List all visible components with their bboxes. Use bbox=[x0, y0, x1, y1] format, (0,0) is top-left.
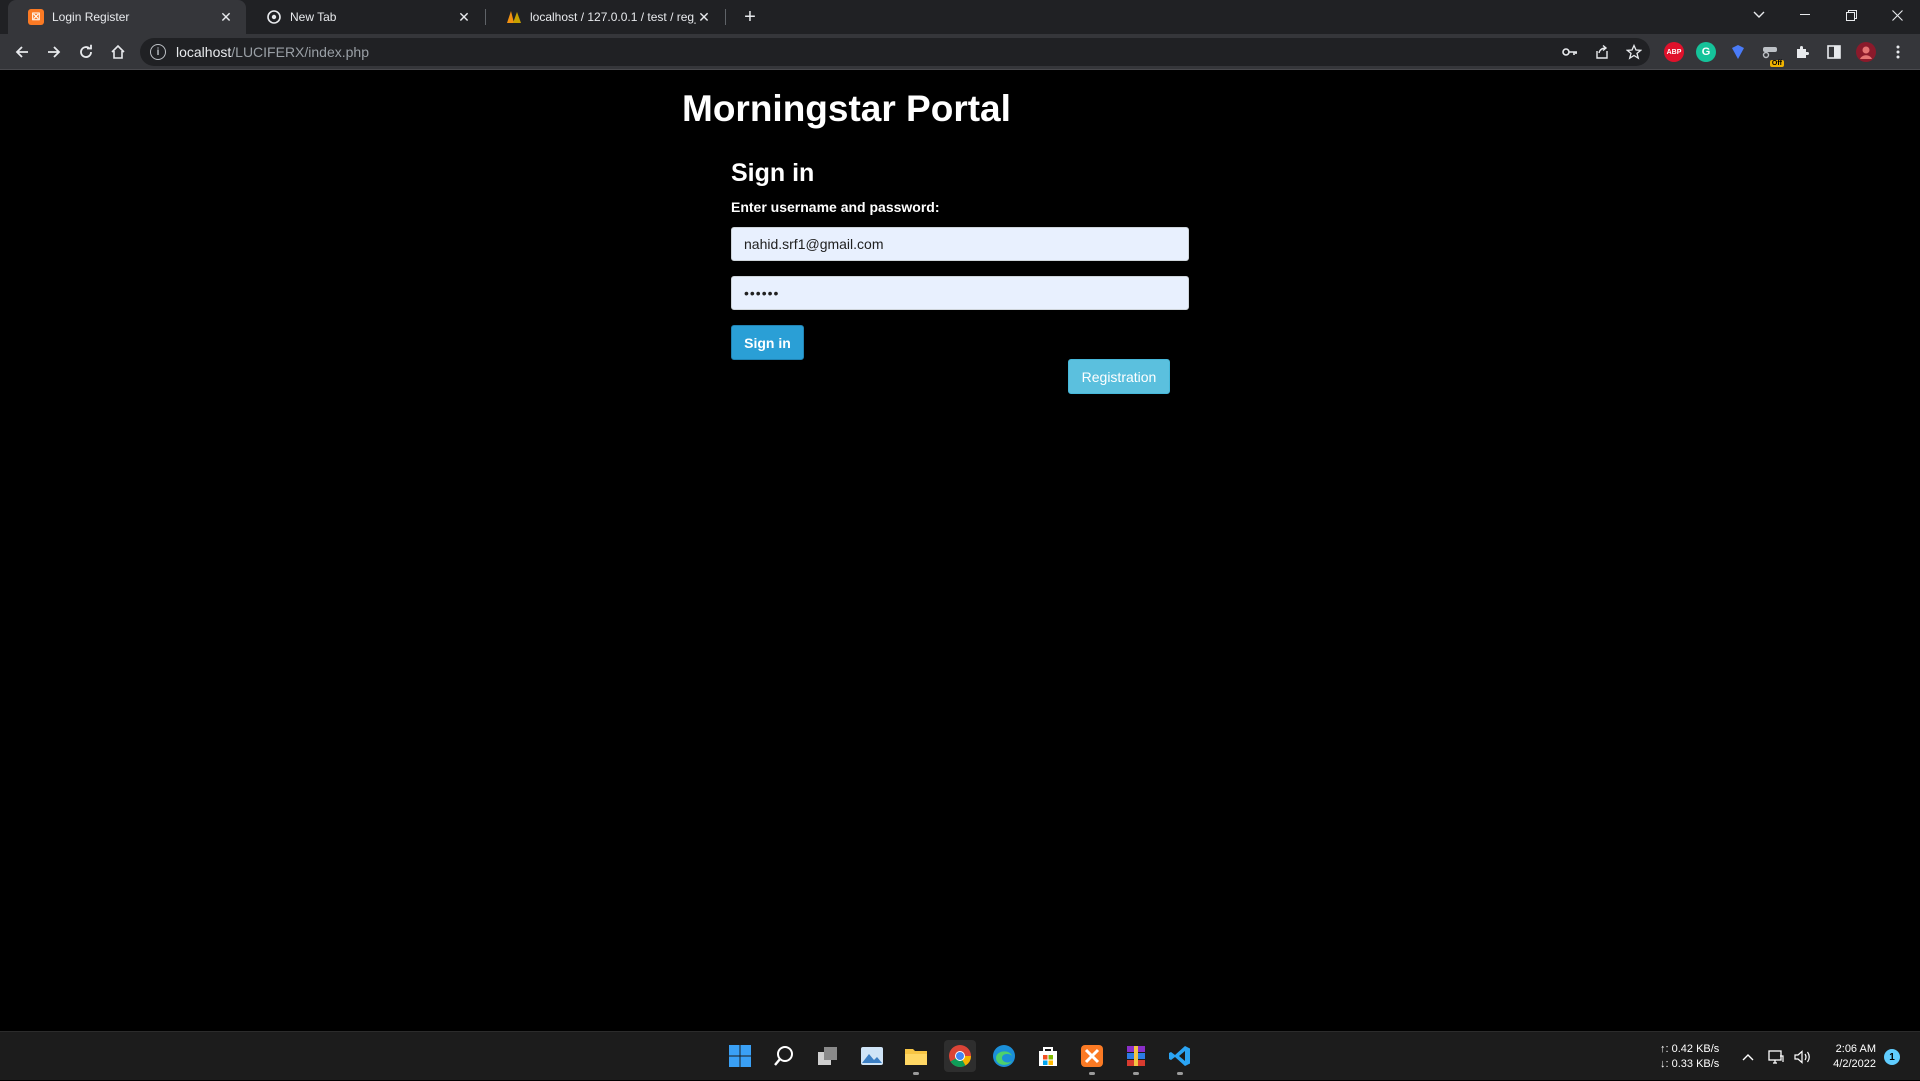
notification-badge[interactable]: 1 bbox=[1884, 1049, 1900, 1065]
start-icon[interactable] bbox=[724, 1040, 756, 1072]
close-window-icon[interactable] bbox=[1874, 0, 1920, 30]
page-content: Morningstar Portal Sign in Enter usernam… bbox=[0, 71, 1920, 1031]
grammarly-icon[interactable]: G bbox=[1696, 42, 1716, 62]
phpmyadmin-icon bbox=[506, 9, 522, 25]
clock-time: 2:06 AM bbox=[1835, 1043, 1876, 1055]
menu-kebab-icon[interactable] bbox=[1888, 42, 1908, 62]
tab-new-tab[interactable]: New Tab ✕ bbox=[246, 0, 484, 34]
clock[interactable]: 2:06 AM 4/2/2022 bbox=[1820, 1042, 1876, 1072]
edge-icon[interactable] bbox=[988, 1040, 1020, 1072]
signin-heading: Sign in bbox=[731, 159, 815, 187]
chrome-icon bbox=[266, 9, 282, 25]
task-view-icon[interactable] bbox=[812, 1040, 844, 1072]
new-tab-button[interactable]: + bbox=[738, 5, 762, 29]
adblock-plus-icon[interactable]: ABP bbox=[1664, 42, 1684, 62]
extensions-puzzle-icon[interactable] bbox=[1792, 42, 1812, 62]
site-info-icon[interactable]: i bbox=[150, 44, 166, 60]
windows-taskbar: ↑: 0.42 KB/s ↓: 0.33 KB/s 2:06 AM 4/2/20… bbox=[0, 1031, 1920, 1080]
store-icon[interactable] bbox=[1032, 1040, 1064, 1072]
profile-avatar[interactable] bbox=[1856, 42, 1876, 62]
shield-extension-icon[interactable] bbox=[1728, 42, 1748, 62]
key-icon[interactable] bbox=[1560, 42, 1580, 62]
email-field[interactable]: nahid.srf1@gmail.com bbox=[731, 227, 1189, 261]
chrome-icon[interactable] bbox=[944, 1040, 976, 1072]
sign-in-button[interactable]: Sign in bbox=[731, 325, 804, 360]
off-badge: Off bbox=[1769, 60, 1784, 67]
address-bar[interactable]: i localhost/LUCIFERX/index.php bbox=[140, 38, 1650, 66]
volume-icon[interactable] bbox=[1794, 1032, 1812, 1081]
close-tab-icon[interactable]: ✕ bbox=[456, 9, 472, 25]
vscode-icon[interactable] bbox=[1164, 1040, 1196, 1075]
url-host: localhost bbox=[176, 44, 232, 60]
home-icon[interactable] bbox=[106, 40, 130, 64]
winrar-icon[interactable] bbox=[1120, 1040, 1152, 1075]
download-speed: ↓: 0.33 KB/s bbox=[1660, 1058, 1720, 1070]
grammarly-text: G bbox=[1701, 46, 1711, 58]
abp-text: ABP bbox=[1666, 48, 1682, 56]
page-title: Morningstar Portal bbox=[682, 88, 1011, 129]
incognito-extension-icon[interactable]: Off bbox=[1760, 42, 1784, 67]
search-icon[interactable] bbox=[768, 1040, 800, 1072]
tab-strip: ☒ Login Register ✕ New Tab ✕ localhost /… bbox=[0, 0, 1920, 34]
xampp-icon: ☒ bbox=[28, 9, 44, 25]
tab-label: localhost / 127.0.0.1 / test / reg_u bbox=[530, 10, 696, 24]
restore-icon[interactable] bbox=[1828, 0, 1874, 30]
share-icon[interactable] bbox=[1592, 42, 1612, 62]
network-icon[interactable] bbox=[1768, 1032, 1784, 1081]
tab-label: Login Register bbox=[52, 10, 130, 24]
browser-toolbar: i localhost/LUCIFERX/index.php ABP G Off bbox=[0, 34, 1920, 70]
close-tab-icon[interactable]: ✕ bbox=[696, 9, 712, 25]
photos-icon[interactable] bbox=[856, 1040, 888, 1072]
url-path: /LUCIFERX/index.php bbox=[231, 44, 369, 60]
registration-button[interactable]: Registration bbox=[1068, 359, 1170, 394]
password-field[interactable]: •••••• bbox=[731, 276, 1189, 310]
tab-separator bbox=[725, 9, 726, 25]
forward-icon[interactable] bbox=[42, 40, 66, 64]
xampp-icon[interactable] bbox=[1076, 1040, 1108, 1075]
minimize-icon[interactable] bbox=[1782, 0, 1828, 30]
tab-label: New Tab bbox=[290, 10, 337, 24]
file-explorer-icon[interactable] bbox=[900, 1040, 932, 1075]
close-tab-icon[interactable]: ✕ bbox=[218, 9, 234, 25]
tab-phpmyadmin[interactable]: localhost / 127.0.0.1 / test / reg_u ✕ bbox=[486, 0, 724, 34]
credentials-prompt: Enter username and password: bbox=[731, 199, 940, 215]
side-panel-icon[interactable] bbox=[1824, 42, 1844, 62]
reload-icon[interactable] bbox=[74, 40, 98, 64]
tab-search-chevron-icon[interactable] bbox=[1736, 0, 1782, 30]
upload-speed: ↑: 0.42 KB/s bbox=[1660, 1043, 1720, 1055]
tab-login-register[interactable]: ☒ Login Register ✕ bbox=[8, 0, 246, 34]
clock-date: 4/2/2022 bbox=[1833, 1058, 1876, 1070]
back-icon[interactable] bbox=[10, 40, 34, 64]
bookmark-star-icon[interactable] bbox=[1624, 42, 1644, 62]
tray-overflow-chevron-icon[interactable] bbox=[1742, 1032, 1756, 1081]
network-speed: ↑: 0.42 KB/s ↓: 0.33 KB/s bbox=[1660, 1042, 1719, 1072]
